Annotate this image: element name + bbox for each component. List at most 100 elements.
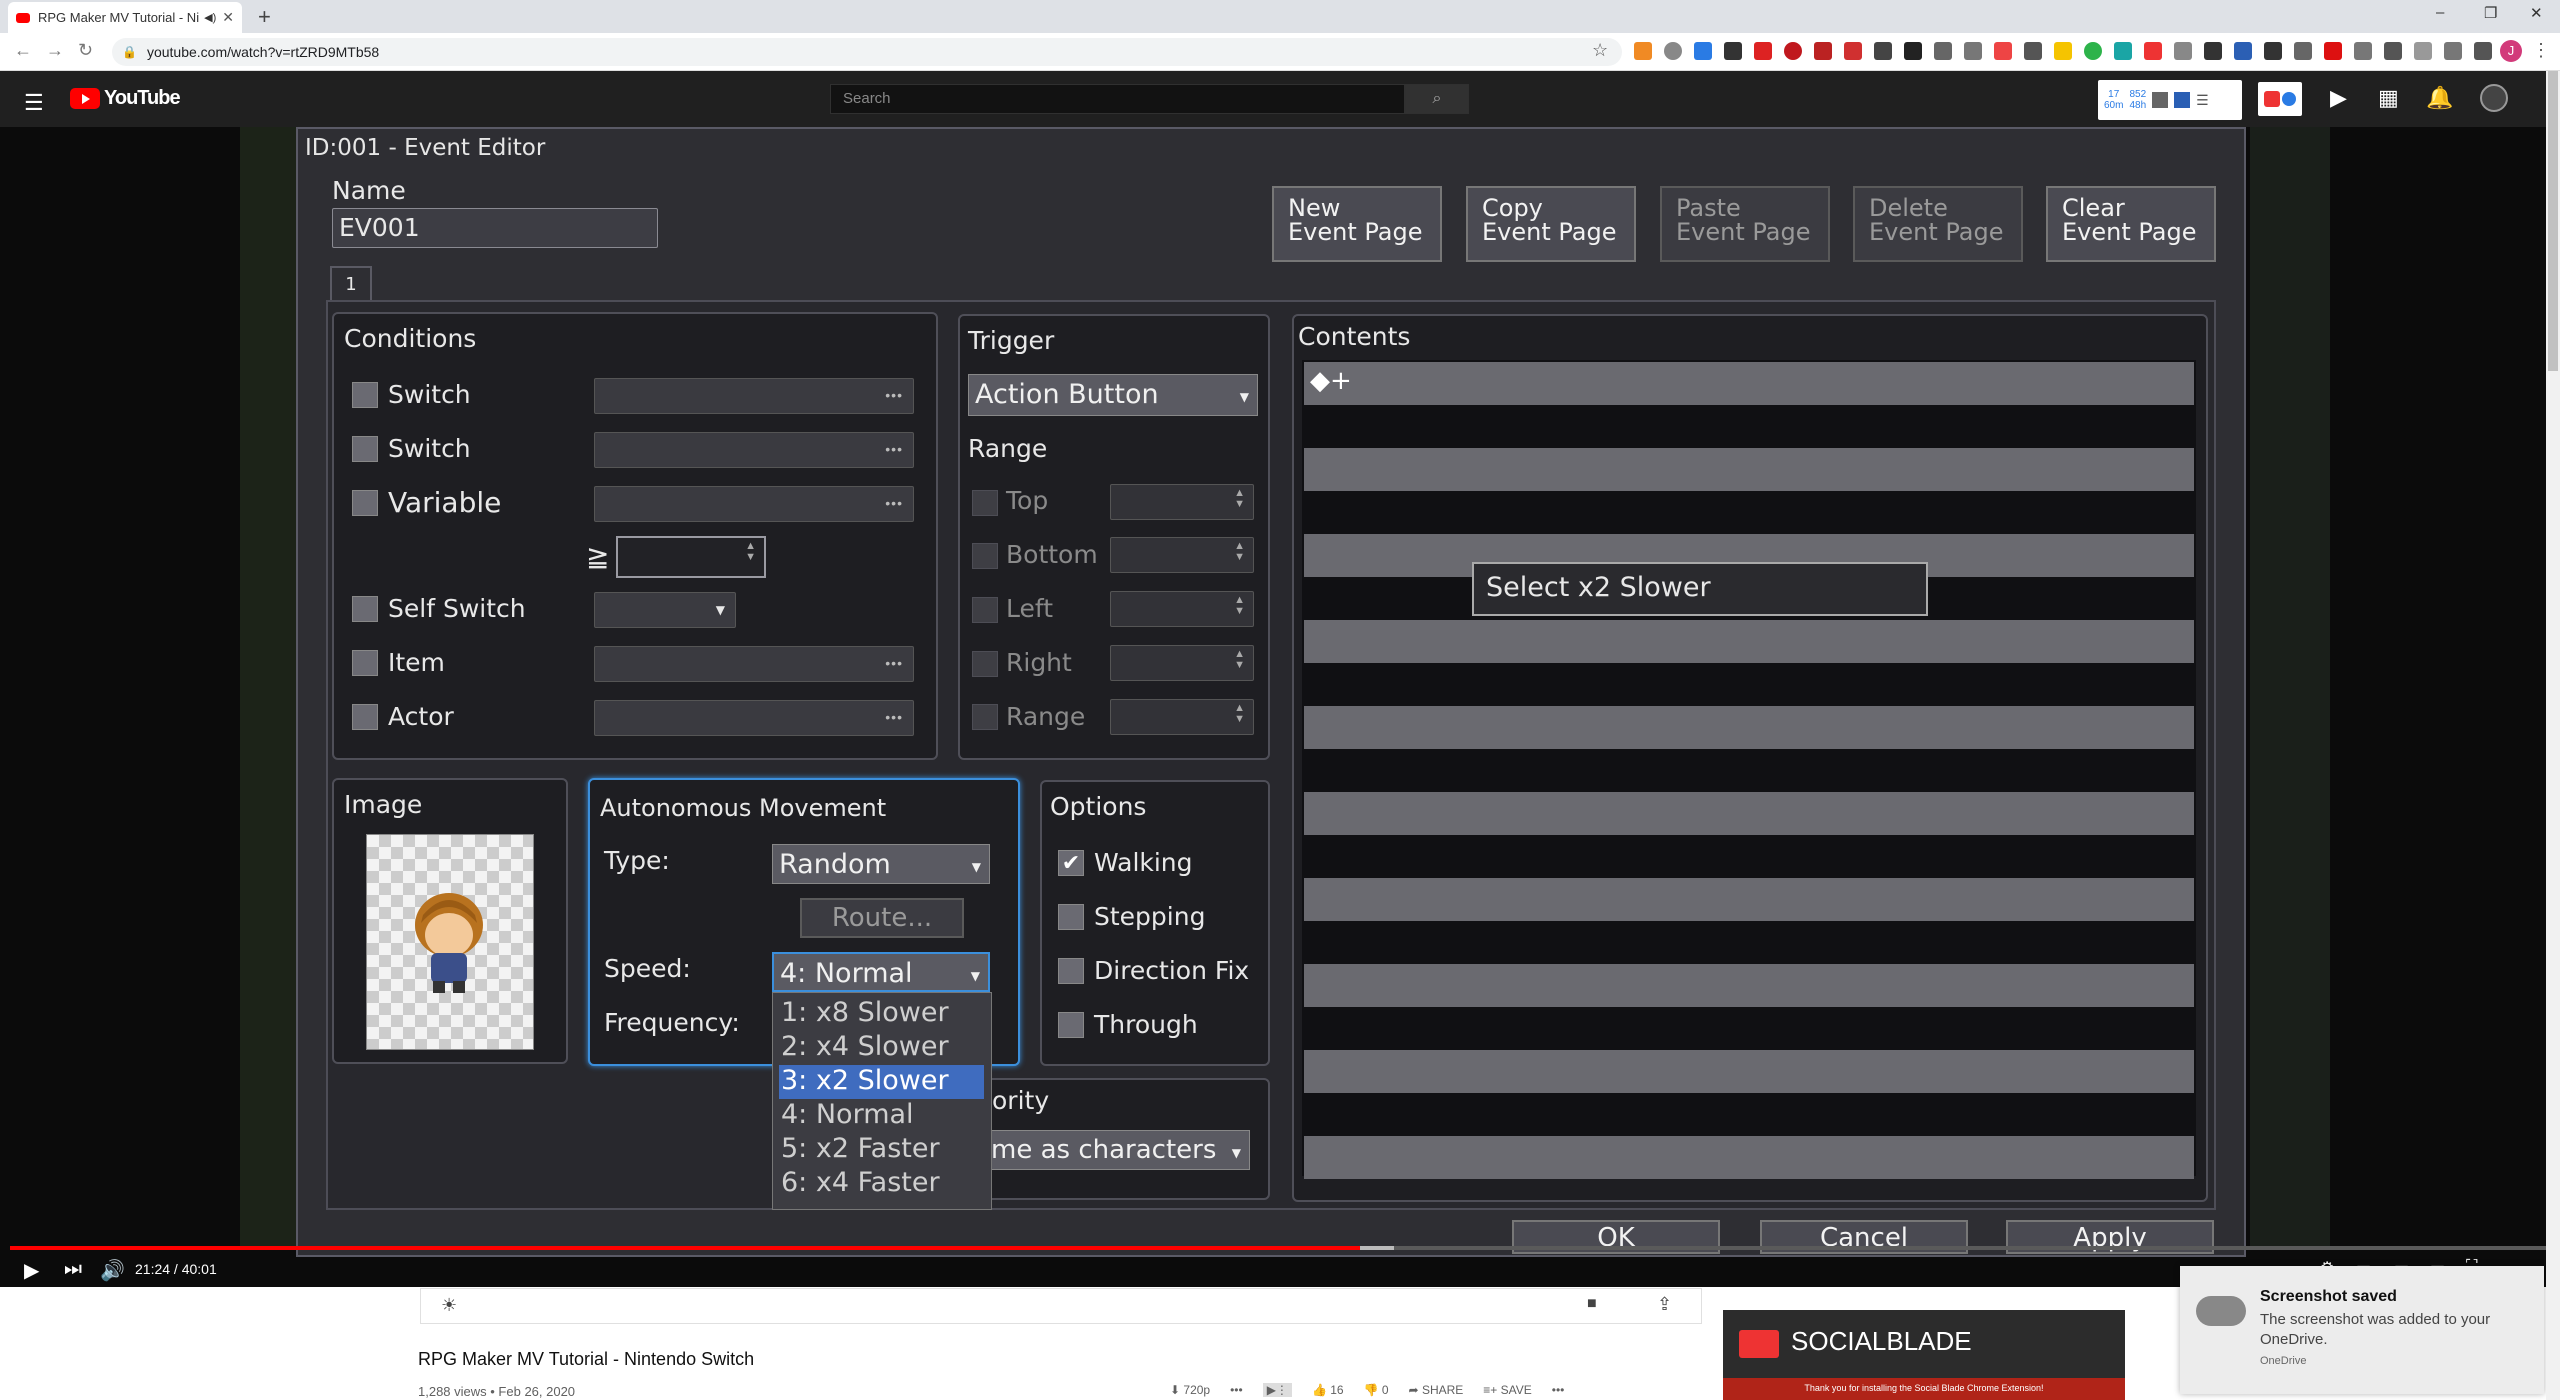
switch1-checkbox[interactable] [352,382,378,408]
save-button[interactable]: ≡+ SAVE [1483,1383,1531,1397]
dislike-button[interactable]: 👎 0 [1364,1383,1389,1397]
paste-event-page-button[interactable]: Paste Event Page [1660,186,1830,262]
extension-icon[interactable] [1964,42,1982,60]
type-select[interactable]: Random ▼ [772,844,990,884]
range-right-checkbox[interactable] [972,651,998,677]
profile-avatar[interactable]: J [2500,40,2522,62]
search-icon[interactable]: ⌕ [1405,84,1469,114]
item-field[interactable]: ••• [594,646,914,682]
range-left-input[interactable]: ▲ ▼ [1110,591,1254,627]
switch1-field[interactable]: ••• [594,378,914,414]
contents-row[interactable] [1304,878,2194,921]
actor-checkbox[interactable] [352,704,378,730]
extension-icon[interactable] [2204,42,2222,60]
minimize-button[interactable]: – [2436,4,2444,21]
close-window-button[interactable]: ✕ [2530,4,2543,22]
name-input[interactable]: EV001 [332,208,658,248]
range-range-checkbox[interactable] [972,704,998,730]
download-quality[interactable]: ⬇ 720p [1170,1383,1210,1397]
variable-checkbox[interactable] [352,490,378,516]
socialblade-widget[interactable]: 17 60m 852 48h ☰ [2098,80,2242,120]
tab-close-icon[interactable]: ✕ [222,9,234,26]
more-actions-icon[interactable]: ••• [1552,1383,1565,1397]
stepping-checkbox[interactable] [1058,904,1084,930]
speed-option[interactable]: 6: x4 Faster [779,1167,984,1201]
play-icon[interactable]: ▶ [24,1258,39,1283]
extension-icon[interactable] [2024,42,2042,60]
bookmark-star-icon[interactable]: ☆ [1592,40,1608,61]
browser-menu-icon[interactable]: ⋮ [2532,40,2550,61]
back-icon[interactable]: ← [14,40,32,61]
extension-icon[interactable] [1724,42,1742,60]
through-checkbox[interactable] [1058,1012,1084,1038]
extension-icon[interactable] [1634,42,1652,60]
switch2-checkbox[interactable] [352,436,378,462]
pinterest-icon[interactable] [1784,42,1802,60]
speed-select[interactable]: 4: Normal ▼ [772,952,990,992]
notifications-bell-icon[interactable]: 🔔 [2426,85,2453,111]
range-range-input[interactable]: ▲ ▼ [1110,699,1254,735]
extension-icon[interactable] [2474,42,2492,60]
account-avatar[interactable] [2480,84,2508,112]
extension-icon[interactable] [1934,42,1952,60]
extension-icon[interactable] [2174,42,2192,60]
forward-icon[interactable]: → [46,40,64,61]
route-button[interactable]: Route... [800,898,964,938]
create-video-icon[interactable]: ▶ [2330,85,2347,111]
switch2-field[interactable]: ••• [594,432,914,468]
direction-fix-checkbox[interactable] [1058,958,1084,984]
delete-event-page-button[interactable]: Delete Event Page [1853,186,2023,262]
search-input[interactable]: Search [830,84,1405,114]
speed-option[interactable]: 1: x8 Slower [779,997,984,1031]
brightness-icon[interactable]: ☀ [441,1295,457,1316]
extension-icon[interactable] [2354,42,2372,60]
restore-button[interactable]: ❐ [2484,4,2497,22]
browser-tab[interactable]: RPG Maker MV Tutorial - Ni ◀) ✕ [8,2,242,33]
cast-icon[interactable] [2444,42,2462,60]
speed-option[interactable]: 2: x4 Slower [779,1031,984,1065]
socialblade-banner[interactable]: SOCIALBLADE Thank you for installing the… [1723,1310,2125,1400]
playlist-icon[interactable]: ▶⋮ [1262,1383,1292,1397]
hamburger-menu-icon[interactable]: ☰ [24,90,44,116]
new-tab-button[interactable]: + [258,4,271,30]
extension-icon[interactable] [2294,42,2312,60]
range-top-checkbox[interactable] [972,490,998,516]
volume-icon[interactable]: 🔊 [100,1258,125,1283]
scrollbar-thumb[interactable] [2548,71,2558,371]
socialblade-button[interactable] [2258,82,2302,116]
actor-field[interactable]: ••• [594,700,914,736]
speed-option[interactable]: 5: x2 Faster [779,1133,984,1167]
extension-icon[interactable] [2234,42,2252,60]
extension-icon[interactable] [2114,42,2132,60]
range-right-input[interactable]: ▲ ▼ [1110,645,1254,681]
reload-icon[interactable]: ↻ [78,40,93,61]
new-event-page-button[interactable]: New Event Page [1272,186,1442,262]
extension-icon[interactable] [1904,42,1922,60]
history-icon[interactable] [2414,42,2432,60]
contents-row[interactable] [1304,792,2194,835]
priority-select[interactable]: me as characters ▼ [984,1130,1250,1170]
extension-icon[interactable] [2084,42,2102,60]
share-icon[interactable]: ⇪ [1657,1294,1672,1315]
contents-row[interactable] [1304,620,2194,663]
extension-icon[interactable] [2054,42,2072,60]
speed-option[interactable]: 4: Normal [779,1099,984,1133]
range-left-checkbox[interactable] [972,597,998,623]
contents-row[interactable] [1304,706,2194,749]
variable-value-input[interactable]: ▲ ▼ [616,536,766,578]
character-image[interactable] [366,834,534,1050]
walking-checkbox[interactable]: ✔ [1058,850,1084,876]
self-switch-checkbox[interactable] [352,596,378,622]
range-bottom-checkbox[interactable] [972,543,998,569]
self-switch-select[interactable]: ▼ [594,592,736,628]
extension-icon[interactable] [2264,42,2282,60]
like-button[interactable]: 👍 16 [1312,1383,1344,1397]
contents-row[interactable] [1304,362,2194,405]
screenshot-toast[interactable]: Screenshot saved The screenshot was adde… [2180,1266,2544,1394]
extension-icon[interactable] [1694,42,1712,60]
puzzle-icon[interactable] [2384,42,2402,60]
url-field[interactable]: 🔒 youtube.com/watch?v=rtZRD9MTb58 [112,38,1622,66]
extension-icon[interactable] [1754,42,1772,60]
range-top-input[interactable]: ▲ ▼ [1110,484,1254,520]
contents-row[interactable] [1304,1050,2194,1093]
